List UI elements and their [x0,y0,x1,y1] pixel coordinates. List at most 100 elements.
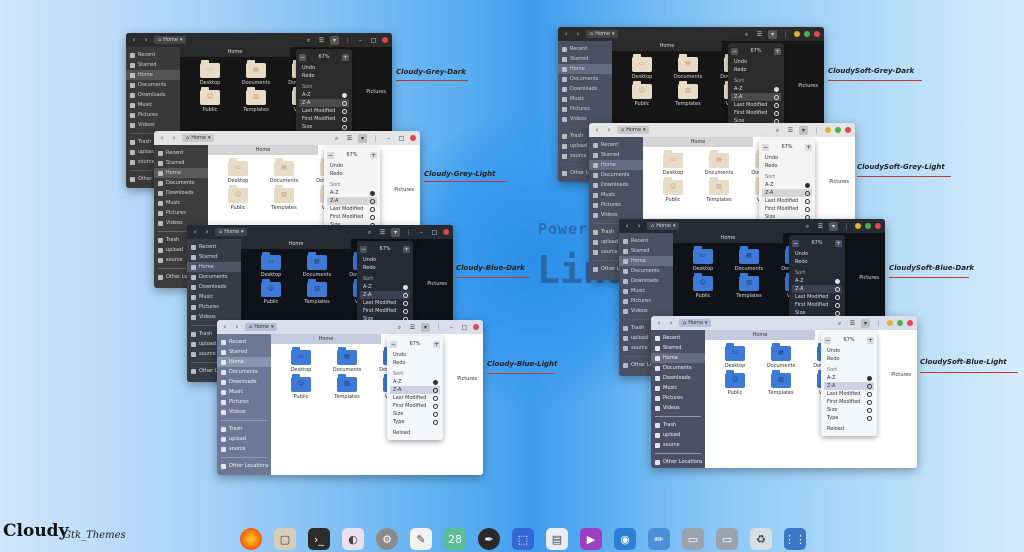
menu-icon[interactable]: ⋮ [434,323,443,332]
view-list-icon[interactable]: ☰ [816,222,825,231]
minimize-button[interactable] [855,223,861,229]
minimize-button[interactable] [887,320,893,326]
video-icon[interactable]: ▶ [580,528,602,550]
path-bar-home[interactable]: ⌂ Home ▾ [586,30,619,38]
close-button[interactable] [473,324,479,330]
menu-sort-last-modified[interactable]: Last Modified [731,101,781,109]
sidebar-item-home[interactable]: Home [558,64,612,74]
close-button[interactable] [382,37,388,43]
view-options-button[interactable]: ▾ [799,125,808,135]
zoom-in-button[interactable]: + [342,53,349,61]
sidebar-item-home[interactable]: Home [589,160,643,170]
sidebar-item-trash[interactable]: Trash [651,420,705,430]
menu-sort-a-z[interactable]: A-Z [792,277,842,285]
file-item-documents[interactable]: ▤ Documents [668,54,708,80]
path-bar-home[interactable]: ⌂ Home ▾ [617,126,650,134]
close-button[interactable] [845,127,851,133]
menu-redo[interactable]: Redo [327,170,377,178]
maximize-button[interactable] [835,127,841,133]
file-item-desktop[interactable]: ▭ Desktop [281,347,321,373]
maximize-icon[interactable]: □ [460,323,469,332]
sidebar-item-upload[interactable]: upload [651,430,705,440]
file-item-public[interactable]: ☺ Public [218,185,258,211]
menu-icon[interactable]: ⋮ [812,126,821,135]
menu-icon[interactable]: ⋮ [404,228,413,237]
file-item-documents[interactable]: ▤ Documents [297,252,337,278]
file-item-desktop[interactable]: ▭ Desktop [218,158,258,184]
sidebar-item-music[interactable]: Music [558,94,612,104]
file-item-documents[interactable]: ▤ Documents [264,158,304,184]
menu-sort-first-modified[interactable]: First Modified [360,307,410,315]
menu-sort-z-a[interactable]: Z-A [327,197,377,205]
file-label-pictures[interactable]: Pictures [829,179,849,185]
menu-icon[interactable]: ⋮ [842,222,851,231]
zoom-in-button[interactable]: + [774,47,781,55]
sidebar-item-other-locations[interactable]: Other Locations [651,457,705,467]
sidebar-item-documents[interactable]: Documents [154,178,208,188]
file-label-pictures[interactable]: Pictures [394,187,414,193]
sidebar-item-recent[interactable]: Recent [651,333,705,343]
forward-icon[interactable]: › [574,30,582,38]
zoom-out-button[interactable]: − [762,143,769,151]
maximize-button[interactable] [897,320,903,326]
menu-sort-z-a[interactable]: Z-A [299,99,349,107]
search-icon[interactable]: ⌕ [332,134,341,143]
forward-icon[interactable]: › [635,222,643,230]
screenshot-icon[interactable]: ⬚ [512,528,534,550]
files-icon[interactable]: ▢ [274,528,296,550]
camera-icon[interactable]: ◉ [614,528,636,550]
tab-home[interactable]: Home [241,239,351,249]
menu-sort-last-modified[interactable]: Last Modified [824,390,874,398]
view-list-icon[interactable]: ☰ [317,36,326,45]
sidebar-item-pictures[interactable]: Pictures [154,208,208,218]
menu-sort-last-modified[interactable]: Last Modified [792,293,842,301]
file-item-desktop[interactable]: ▭ Desktop [622,54,662,80]
maximize-icon[interactable]: □ [397,134,406,143]
search-icon[interactable]: ⌕ [835,319,844,328]
file-item-documents[interactable]: ▤ Documents [236,60,276,86]
minimize-icon[interactable]: – [447,323,456,332]
sidebar-item-downloads[interactable]: Downloads [126,90,180,100]
sidebar-item-starred[interactable]: Starred [589,150,643,160]
maximize-button[interactable] [804,31,810,37]
minimize-button[interactable] [794,31,800,37]
zoom-out-button[interactable]: − [731,47,738,55]
menu-sort-first-modified[interactable]: First Modified [792,301,842,309]
view-list-icon[interactable]: ☰ [755,30,764,39]
path-bar-home[interactable]: ⌂ Home ▾ [245,323,278,331]
file-label-pictures[interactable]: Pictures [891,372,911,378]
trash-icon[interactable]: ♻ [750,528,772,550]
menu-sort-a-z[interactable]: A-Z [731,85,781,93]
sidebar-item-downloads[interactable]: Downloads [154,188,208,198]
sidebar-item-home[interactable]: Home [187,262,241,272]
sidebar-item-source[interactable]: source [217,444,271,454]
maximize-icon[interactable]: □ [430,228,439,237]
sidebar-item-upload[interactable]: upload [217,434,271,444]
sidebar-item-documents[interactable]: Documents [558,74,612,84]
view-options-button[interactable]: ▾ [861,318,870,328]
inkscape-icon[interactable]: ✒ [478,528,500,550]
sidebar-item-home[interactable]: Home [126,70,180,80]
menu-undo[interactable]: Undo [731,58,781,66]
terminal-icon[interactable]: ›_ [308,528,330,550]
back-icon[interactable]: ‹ [130,36,138,44]
menu-redo[interactable]: Redo [299,72,349,80]
file-item-desktop[interactable]: ▭ Desktop [715,343,755,369]
tab-home[interactable]: Home [271,334,381,344]
menu-sort-a-z[interactable]: A-Z [360,283,410,291]
file-item-public[interactable]: ☺ Public [190,87,230,113]
menu-sort-first-modified[interactable]: First Modified [327,213,377,221]
menu-sort-z-a[interactable]: Z-A [824,382,874,390]
zoom-in-button[interactable]: + [835,239,842,247]
sidebar-item-starred[interactable]: Starred [558,54,612,64]
path-bar-home[interactable]: ⌂ Home ▾ [647,222,680,230]
zoom-in-button[interactable]: + [867,336,874,344]
file-item-documents[interactable]: ▤ Documents [761,343,801,369]
menu-sort-first-modified[interactable]: First Modified [824,398,874,406]
menu-sort-a-z[interactable]: A-Z [762,181,812,189]
firefox-icon[interactable] [240,528,262,550]
forward-icon[interactable]: › [233,323,241,331]
zoom-out-button[interactable]: − [327,151,334,159]
view-list-icon[interactable]: ☰ [345,134,354,143]
file-item-templates[interactable]: ▥ Templates [327,374,367,400]
